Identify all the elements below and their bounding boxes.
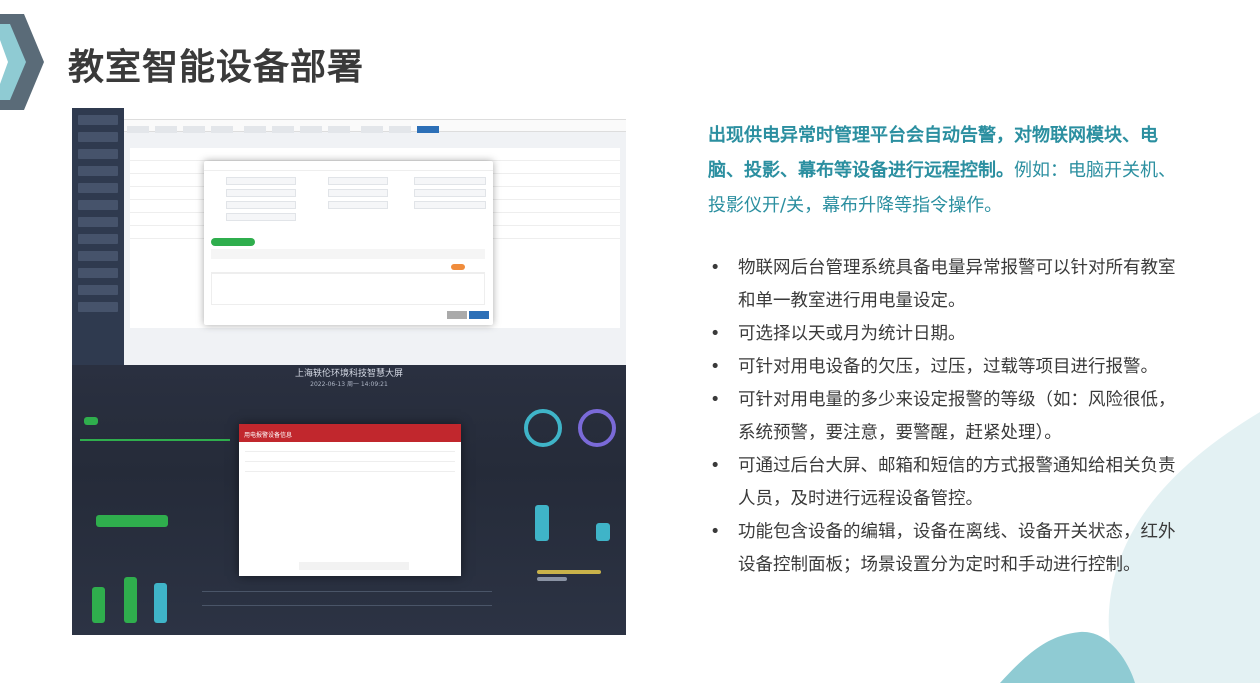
power-alert-dialog: 用电报警设备信息	[239, 424, 461, 576]
bullet-item: • 可选择以天或月为统计日期。	[710, 318, 1190, 351]
bullet-dot-icon: •	[710, 390, 721, 410]
system-screenshot: 上海轶伦环境科技智慧大屏 2022-06-13 周一 14:09:21 用电报警…	[72, 108, 626, 635]
intro-paragraph: 出现供电异常时管理平台会自动告警，对物联网模块、电脑、投影、幕布等设备进行远程控…	[708, 118, 1178, 223]
dashboard-time: 2022-06-13 周一 14:09:21	[310, 381, 388, 388]
admin-tabs	[124, 120, 626, 133]
alert-dialog-title: 用电报警设备信息	[239, 424, 461, 442]
bullet-item: • 可针对用电量的多少来设定报警的等级（如：风险很低，系统预警，要注意，要警醒，赶…	[710, 384, 1190, 450]
bullet-dot-icon: •	[710, 522, 721, 542]
bullet-dot-icon: •	[710, 324, 721, 344]
admin-sidebar	[72, 108, 124, 365]
bullet-item: • 可针对用电设备的欠压，过压，过载等项目进行报警。	[710, 351, 1190, 384]
slide-title: 教室智能设备部署	[68, 47, 365, 88]
bullet-dot-icon: •	[710, 456, 721, 476]
bullet-item: • 物联网后台管理系统具备电量异常报警可以针对所有教室和单一教室进行用电量设定。	[710, 252, 1190, 318]
corner-arrow-decoration	[0, 14, 44, 110]
bullet-item: • 可通过后台大屏、邮箱和短信的方式报警通知给相关负责人员，及时进行远程设备管控。	[710, 450, 1190, 516]
bullet-dot-icon: •	[710, 258, 721, 278]
bullet-dot-icon: •	[710, 357, 721, 377]
admin-panel-screenshot	[72, 108, 626, 365]
bullet-item: • 功能包含设备的编辑，设备在离线、设备开关状态，红外设备控制面板；场景设置分为定…	[710, 516, 1190, 582]
admin-topbar	[124, 108, 626, 120]
dashboard-title: 上海轶伦环境科技智慧大屏	[294, 369, 403, 379]
alert-pager	[299, 562, 409, 570]
create-rule-modal	[204, 161, 493, 325]
feature-bullet-list: • 物联网后台管理系统具备电量异常报警可以针对所有教室和单一教室进行用电量设定。 …	[710, 252, 1190, 582]
